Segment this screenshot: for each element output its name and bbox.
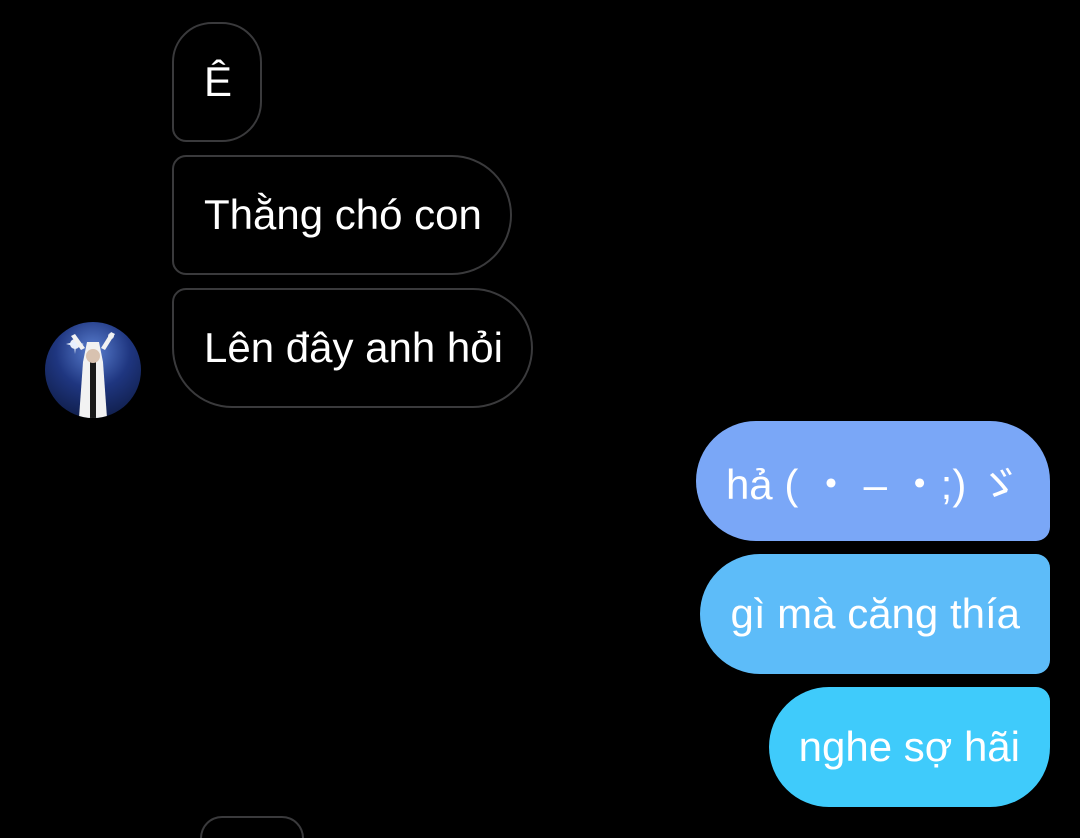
message-text: Ê [204,58,233,105]
message-text: gì mà căng thía [730,590,1020,637]
next-message-edge [200,816,304,838]
outgoing-message[interactable]: hả ( ・ – ・;) ゞ [695,421,1050,541]
message-text: hả ( ・ – ・;) ゞ [725,460,1020,508]
chat-thread: Ê Thằng chó con Lên đây anh hỏi hả ( ・ –… [0,0,1080,838]
outgoing-message[interactable]: gì mà căng thía [700,554,1050,674]
message-text: nghe sợ hãi [798,723,1020,770]
message-text: Thằng chó con [204,191,482,238]
incoming-message[interactable]: Lên đây anh hỏi [172,288,533,408]
incoming-message[interactable]: Ê [172,22,263,142]
incoming-message[interactable]: Thằng chó con [172,155,512,275]
sender-avatar[interactable] [45,322,141,418]
message-text: Lên đây anh hỏi [204,324,503,371]
avatar-image [66,332,115,418]
outgoing-message[interactable]: nghe sợ hãi [768,687,1050,807]
